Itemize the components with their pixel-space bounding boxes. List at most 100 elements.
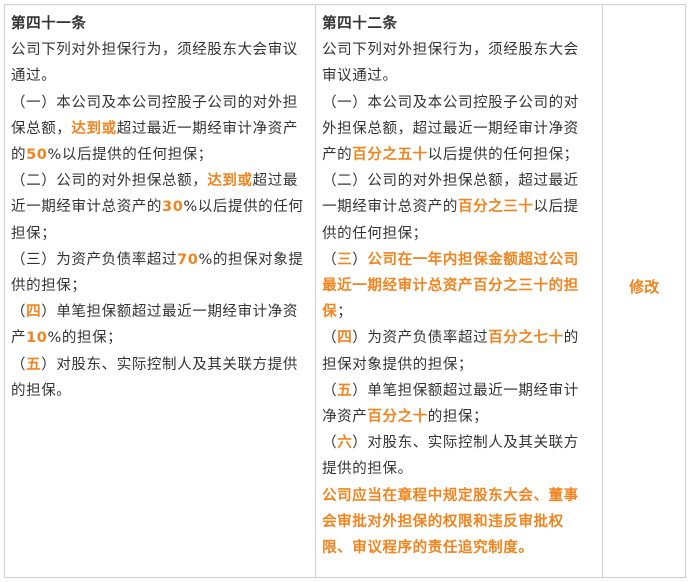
revised-text-line: 第四十二条 — [322, 11, 596, 37]
text-segment: 的担保； — [427, 409, 489, 426]
original-text-line: 第四十一条 — [11, 11, 311, 37]
article-heading: 第四十二条 — [322, 16, 398, 32]
text-segment: 公司下列对外担保行为，须经股东大会 — [322, 42, 579, 59]
revised-text-line: 净资产百分之十的担保； — [322, 404, 596, 430]
highlighted-text: 百分之十 — [367, 409, 428, 426]
text-segment: 净资产 — [322, 409, 368, 426]
text-segment: （三）为资产负债率超过 — [11, 251, 178, 268]
text-segment: ）为资产负债率超过 — [352, 330, 489, 347]
original-text-line: （五）对股东、实际控制人及其关联方提供 — [11, 352, 311, 378]
revised-text-line: 公司应当在章程中规定股东大会、董事 — [322, 483, 596, 509]
text-segment: ） — [352, 251, 368, 268]
text-segment: 供的任何担保； — [322, 225, 428, 242]
highlighted-text: 四 — [337, 330, 353, 347]
revised-text-line: 会审批对外担保的权限和违反审批权 — [322, 509, 596, 535]
original-text-line: （一）本公司及本公司控股子公司的对外担 — [11, 90, 311, 116]
revised-text-line: （六）对股东、实际控制人及其关联方 — [322, 430, 596, 456]
original-text-line: 担保； — [11, 221, 311, 247]
highlighted-text: 达到或 — [71, 120, 117, 137]
revised-text-line: 产的百分之五十以后提供的任何担保； — [322, 142, 596, 168]
text-segment: （ — [322, 382, 338, 399]
text-segment: 的 — [563, 330, 579, 347]
text-segment: （二）公司的对外担保总额，超过最近 — [322, 173, 579, 190]
text-segment: （一）本公司及本公司控股子公司的对 — [322, 94, 579, 111]
highlighted-text: 保 — [322, 304, 338, 321]
highlighted-text: 三 — [337, 251, 353, 268]
text-segment: 公司下列对外担保行为，须经股东大会审议 — [11, 42, 298, 59]
text-segment: 超过最 — [252, 173, 298, 190]
highlighted-text: 50 — [26, 147, 48, 164]
text-segment: %的担保； — [47, 330, 123, 347]
revised-text-line: 提供的担保。 — [322, 456, 596, 482]
text-segment: 的担保。 — [11, 382, 72, 399]
text-segment: ）对股东、实际控制人及其关联方 — [352, 435, 579, 452]
highlighted-text: 70 — [177, 251, 199, 268]
original-text-line: 通过。 — [11, 63, 311, 89]
text-segment: %以后提供的任何担保； — [47, 147, 213, 164]
highlighted-text: 公司在一年内担保金额超过公司 — [367, 251, 579, 268]
text-segment: 审议通过。 — [322, 68, 398, 85]
text-segment: （ — [322, 435, 338, 452]
revised-text-line: 公司下列对外担保行为，须经股东大会 — [322, 37, 596, 63]
text-segment: ）单笔担保额超过最近一期经审计净资 — [41, 304, 298, 321]
revised-text-line: 供的任何担保； — [322, 221, 596, 247]
text-segment: （ — [11, 304, 27, 321]
text-segment: ）对股东、实际控制人及其关联方提供 — [41, 356, 298, 373]
text-segment: %以后提供的任何 — [183, 199, 304, 216]
action-label: 修改 — [629, 277, 660, 296]
text-segment: （ — [11, 356, 27, 373]
text-segment: 产 — [11, 330, 27, 347]
text-segment: 通过。 — [11, 68, 57, 85]
highlighted-text: 百分之七十 — [488, 330, 564, 347]
revised-text-line: 一期经审计总资产的百分之三十以后提 — [322, 194, 596, 220]
revised-text-line: 外担保总额，超过最近一期经审计净资 — [322, 116, 596, 142]
highlighted-text: 六 — [337, 435, 353, 452]
text-segment: 超过最近一期经审计净资产 — [116, 120, 298, 137]
comparison-table: 第四十一条公司下列对外担保行为，须经股东大会审议 通过。 （一）本公司及本公司控股子… — [4, 4, 686, 578]
text-segment: 近一期经审计总资产的 — [11, 199, 162, 216]
text-segment: 以后提供的任何担保； — [427, 147, 579, 164]
text-segment: （ — [322, 251, 338, 268]
highlighted-text: 五 — [26, 356, 42, 373]
text-segment: %的担保对象提 — [198, 251, 304, 268]
text-segment: ）单笔担保额超过最近一期经审计 — [352, 382, 579, 399]
revised-text-line: 审议通过。 — [322, 63, 596, 89]
text-segment: （二）公司的对外担保总额， — [11, 173, 208, 190]
highlighted-text: 会审批对外担保的权限和违反审批权 — [322, 513, 564, 530]
highlighted-text: 10 — [26, 330, 48, 347]
revised-text-line: 限、审议程序的责任追究制度。 — [322, 535, 596, 561]
original-text-line: 的50%以后提供的任何担保； — [11, 142, 311, 168]
revised-text-line: （五）单笔担保额超过最近一期经审计 — [322, 378, 596, 404]
text-segment: （一）本公司及本公司控股子公司的对外担 — [11, 94, 298, 111]
highlighted-text: 最近一期经审计总资产百分之三十的担 — [322, 278, 579, 295]
article-heading: 第四十一条 — [11, 16, 87, 32]
original-text-line: 供的担保； — [11, 273, 311, 299]
text-segment: 一期经审计总资产的 — [322, 199, 458, 216]
original-text-line: （三）为资产负债率超过70%的担保对象提 — [11, 247, 311, 273]
text-segment: 供的担保； — [11, 278, 87, 295]
highlighted-text: 限、审议程序的责任追究制度。 — [322, 540, 534, 557]
original-text-line: （四）单笔担保额超过最近一期经审计净资 — [11, 299, 311, 325]
text-segment: （ — [322, 330, 338, 347]
text-segment: ； — [337, 304, 353, 321]
revised-text-line: （三）公司在一年内担保金额超过公司 — [322, 247, 596, 273]
revised-text-line: 担保对象提供的担保； — [322, 352, 596, 378]
text-segment: 外担保总额，超过最近一期经审计净资 — [322, 120, 579, 137]
original-text-line: 产10%的担保； — [11, 325, 311, 351]
highlighted-text: 公司应当在章程中规定股东大会、董事 — [322, 487, 579, 504]
revised-text-line: （一）本公司及本公司控股子公司的对 — [322, 90, 596, 116]
action-cell: 修改 — [603, 5, 685, 577]
text-segment: 担保对象提供的担保； — [322, 356, 474, 373]
highlighted-text: 30 — [162, 199, 184, 216]
revised-article-cell: 第四十二条公司下列对外担保行为，须经股东大会 审议通过。 （一）本公司及本公司控股子… — [316, 5, 604, 577]
text-segment: 以后提 — [533, 199, 579, 216]
highlighted-text: 百分之五十 — [352, 147, 428, 164]
text-segment: 担保； — [11, 225, 57, 242]
highlighted-text: 四 — [26, 304, 42, 321]
revised-text-line: 保； — [322, 299, 596, 325]
original-text-line: 近一期经审计总资产的30%以后提供的任何 — [11, 194, 311, 220]
original-text-line: 保总额，达到或超过最近一期经审计净资产 — [11, 116, 311, 142]
text-segment: 保总额， — [11, 120, 72, 137]
revised-text-line: 最近一期经审计总资产百分之三十的担 — [322, 273, 596, 299]
revised-text-line: （二）公司的对外担保总额，超过最近 — [322, 168, 596, 194]
